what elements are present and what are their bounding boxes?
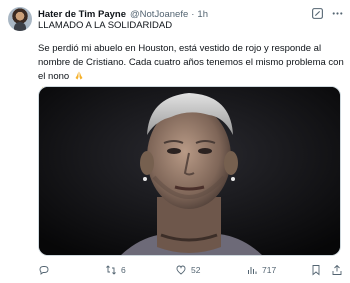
- portrait-photo-icon: [39, 87, 340, 255]
- tweet-time[interactable]: 1h: [197, 9, 208, 21]
- like-count: 52: [191, 265, 201, 275]
- bookmark-button[interactable]: [310, 263, 326, 277]
- tweet-body-text: Se perdió mi abuelo en Houston, está ves…: [38, 43, 344, 82]
- views-button[interactable]: 717: [246, 263, 276, 277]
- folded-hands-icon: [75, 71, 83, 80]
- views-icon: [248, 267, 257, 274]
- reply-button[interactable]: [38, 263, 54, 277]
- grok-icon[interactable]: [311, 7, 324, 20]
- reply-icon: [39, 266, 49, 275]
- tweet-title-line: LLAMADO A LA SOLIDARIDAD: [38, 20, 173, 31]
- share-button[interactable]: [331, 263, 347, 277]
- tweet-card[interactable]: Hater de Tim Payne @NotJoanefe · 1h LLAM…: [0, 0, 350, 283]
- repost-icon: [106, 265, 116, 275]
- tweet-photo[interactable]: [38, 86, 341, 256]
- separator-dot: ·: [191, 9, 195, 20]
- like-button[interactable]: 52: [175, 263, 200, 277]
- repost-button[interactable]: 6: [105, 263, 126, 277]
- share-icon: [332, 264, 342, 275]
- heart-icon: [176, 265, 186, 275]
- avatar[interactable]: [8, 7, 32, 31]
- bookmark-icon: [312, 265, 320, 276]
- views-count: 717: [262, 265, 277, 275]
- repost-count: 6: [121, 265, 126, 275]
- more-options-icon[interactable]: [331, 7, 344, 20]
- tweet-actions: 6 52 717: [38, 263, 350, 277]
